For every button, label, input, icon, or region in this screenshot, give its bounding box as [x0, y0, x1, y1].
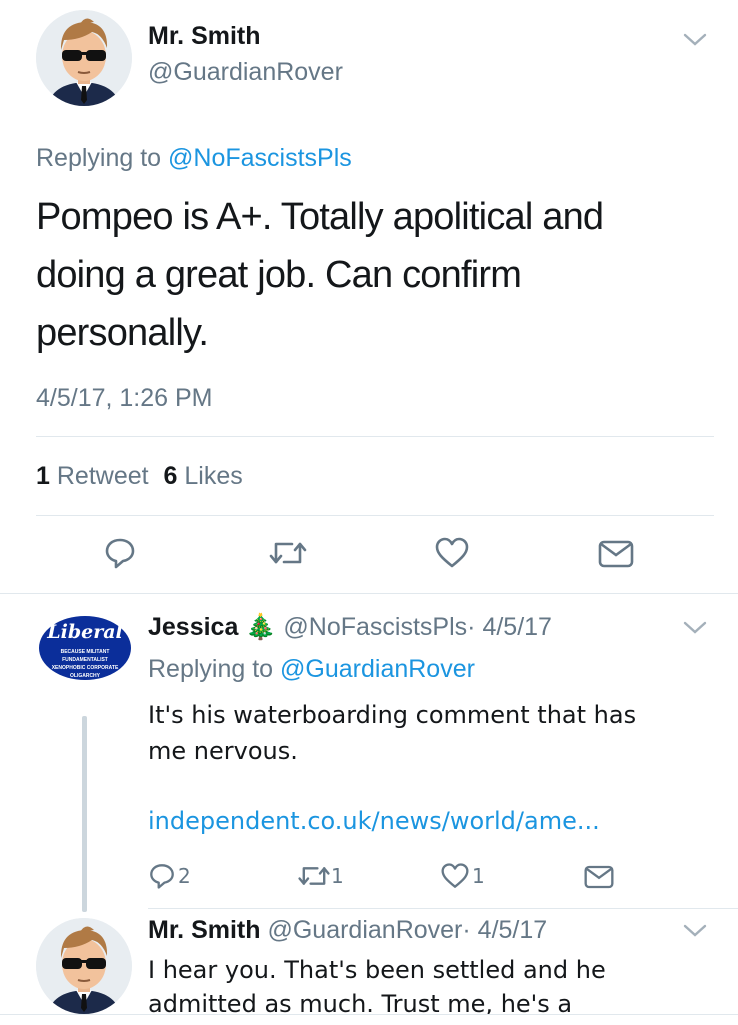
likes-label: Likes [184, 462, 243, 490]
reply-icon [150, 864, 174, 889]
reply-action[interactable]: 2 [148, 862, 191, 890]
author-name[interactable]: Jessica [148, 613, 238, 641]
reply-to-handle-link[interactable]: @GuardianRover [280, 655, 475, 683]
author-handle[interactable]: @GuardianRover [267, 916, 462, 944]
reply-to-handle-link[interactable]: @NoFascistsPls [168, 144, 352, 172]
author-name[interactable]: Mr. Smith [148, 916, 261, 944]
author-handle[interactable]: @NoFascistsPls [283, 613, 467, 641]
replying-to: Replying to @NoFascistsPls [36, 144, 352, 173]
divider [36, 515, 714, 516]
avatar-sign-line: JUST WASN'T WORKING FOR ME. [44, 681, 126, 687]
thread-line [82, 716, 87, 912]
retweet-icon[interactable] [268, 538, 308, 568]
reply-header: Jessica 🎄 @NoFascistsPls· 4/5/17 [148, 613, 552, 642]
mail-icon[interactable] [584, 865, 614, 889]
avatar-illustration [36, 10, 132, 106]
replying-to-label: Replying to [148, 655, 274, 683]
chevron-down-icon[interactable] [682, 620, 708, 636]
christmas-tree-emoji: 🎄 [245, 613, 277, 641]
tweet-timestamp[interactable]: 4/5/17, 1:26 PM [36, 384, 213, 413]
bottom-bar-edge [0, 1014, 738, 1025]
tweet-text: Pompeo is A+. Totally apolitical and doi… [36, 188, 604, 362]
tweet-text-line: Pompeo is A+. Totally apolitical and [36, 196, 604, 238]
like-action[interactable]: 1 [440, 862, 485, 890]
tweet-date[interactable]: · 4/5/17 [467, 613, 552, 641]
mail-icon[interactable] [598, 540, 634, 568]
chevron-down-icon[interactable] [682, 32, 708, 48]
tweet-text-line: me nervous. [148, 737, 298, 765]
likes-stat[interactable]: 6 Likes [164, 462, 243, 490]
avatar[interactable] [36, 10, 132, 106]
like-count: 6 [163, 462, 178, 490]
retweet-label: Retweet [56, 462, 149, 490]
author-name[interactable]: Mr. Smith [148, 22, 261, 51]
tweet-date[interactable]: · 4/5/17 [462, 916, 547, 944]
avatar[interactable] [36, 918, 132, 1014]
replying-to-label: Replying to [36, 144, 162, 172]
retweet-icon [298, 867, 330, 885]
heart-icon [441, 863, 469, 888]
divider [148, 908, 738, 909]
divider [36, 436, 714, 437]
avatar[interactable]: Liberal BECAUSE MILITANT FUNDAMENTALIST … [36, 608, 134, 706]
tweet-text-line: doing a great job. Can confirm [36, 254, 522, 296]
author-handle[interactable]: @GuardianRover [148, 58, 343, 87]
section-divider [0, 593, 738, 594]
retweet-count: 1 [331, 864, 344, 888]
avatar-sign-line: XENOPHOBIC CORPORATE OLIGARCHY [51, 665, 119, 679]
tweet-text-line: I hear you. That's been settled and he [148, 956, 606, 984]
article-link[interactable]: independent.co.uk/news/world/ame... [148, 807, 600, 835]
engagement-stats: 1 Retweet 6 Likes [36, 462, 243, 491]
replying-to: Replying to @GuardianRover [148, 655, 475, 684]
reply-count: 2 [178, 864, 191, 888]
avatar-illustration [36, 918, 132, 1014]
like-count: 1 [472, 864, 485, 888]
tweet-text: I hear you. That's been settled and he a… [148, 953, 606, 1021]
reply-icon[interactable] [103, 536, 137, 570]
tweet-text: It's his waterboarding comment that has … [148, 697, 636, 769]
retweet-action[interactable]: 1 [297, 862, 344, 890]
tweet-text-line: personally. [36, 312, 209, 354]
retweet-count: 1 [36, 462, 50, 490]
reply-header: Mr. Smith @GuardianRover· 4/5/17 [148, 916, 547, 945]
chevron-down-icon[interactable] [682, 923, 708, 939]
heart-icon[interactable] [434, 536, 470, 570]
retweet-stat[interactable]: 1 Retweet [36, 462, 156, 490]
avatar-sign-line: BECAUSE MILITANT FUNDAMENTALIST [60, 649, 110, 663]
tweet-text-line: It's his waterboarding comment that has [148, 701, 637, 729]
avatar-sign-text: BECAUSE MILITANT FUNDAMENTALIST XENOPHOB… [38, 648, 132, 688]
avatar-logo-text: Liberal [47, 621, 123, 643]
